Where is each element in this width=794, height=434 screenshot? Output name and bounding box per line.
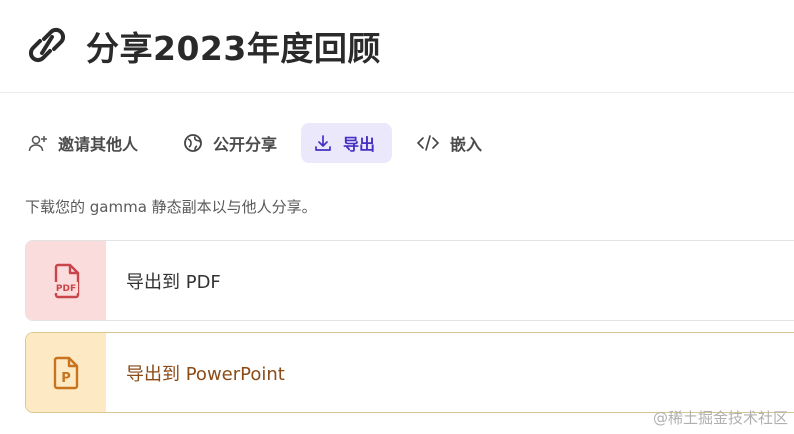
tab-export[interactable]: 导出 — [301, 123, 393, 163]
dialog-header: 分享2023年度回顾 — [0, 0, 794, 93]
download-icon — [313, 133, 333, 153]
tab-label: 邀请其他人 — [58, 135, 139, 154]
export-option-label: 导出到 PowerPoint — [126, 363, 285, 385]
powerpoint-thumb: P — [26, 333, 106, 412]
export-option-label: 导出到 PDF — [126, 271, 221, 293]
tab-public-share[interactable]: 公开分享 — [171, 123, 289, 163]
code-icon — [416, 133, 440, 153]
export-powerpoint-button[interactable]: P 导出到 PowerPoint — [25, 332, 794, 413]
add-person-icon — [28, 133, 48, 153]
pdf-icon-text: PDF — [56, 284, 76, 294]
pdf-thumb: PDF — [26, 241, 106, 320]
share-tabs: 邀请其他人 公开分享 导出 嵌入 — [28, 123, 494, 163]
tab-invite[interactable]: 邀请其他人 — [16, 123, 159, 163]
powerpoint-file-icon: P — [53, 356, 79, 389]
tab-label: 导出 — [343, 135, 376, 154]
powerpoint-icon-text: P — [61, 371, 71, 386]
globe-icon — [183, 133, 203, 153]
watermark: @稀土掘金技术社区 — [652, 409, 788, 427]
link-icon — [28, 27, 66, 63]
export-pdf-button[interactable]: PDF 导出到 PDF — [25, 240, 794, 321]
pdf-file-icon: PDF — [52, 263, 80, 298]
tab-label: 嵌入 — [450, 135, 483, 154]
tab-label: 公开分享 — [213, 135, 278, 154]
page-title: 分享2023年度回顾 — [86, 29, 381, 68]
tab-embed[interactable]: 嵌入 — [404, 123, 494, 163]
export-description: 下载您的 gamma 静态副本以与他人分享。 — [25, 198, 317, 216]
